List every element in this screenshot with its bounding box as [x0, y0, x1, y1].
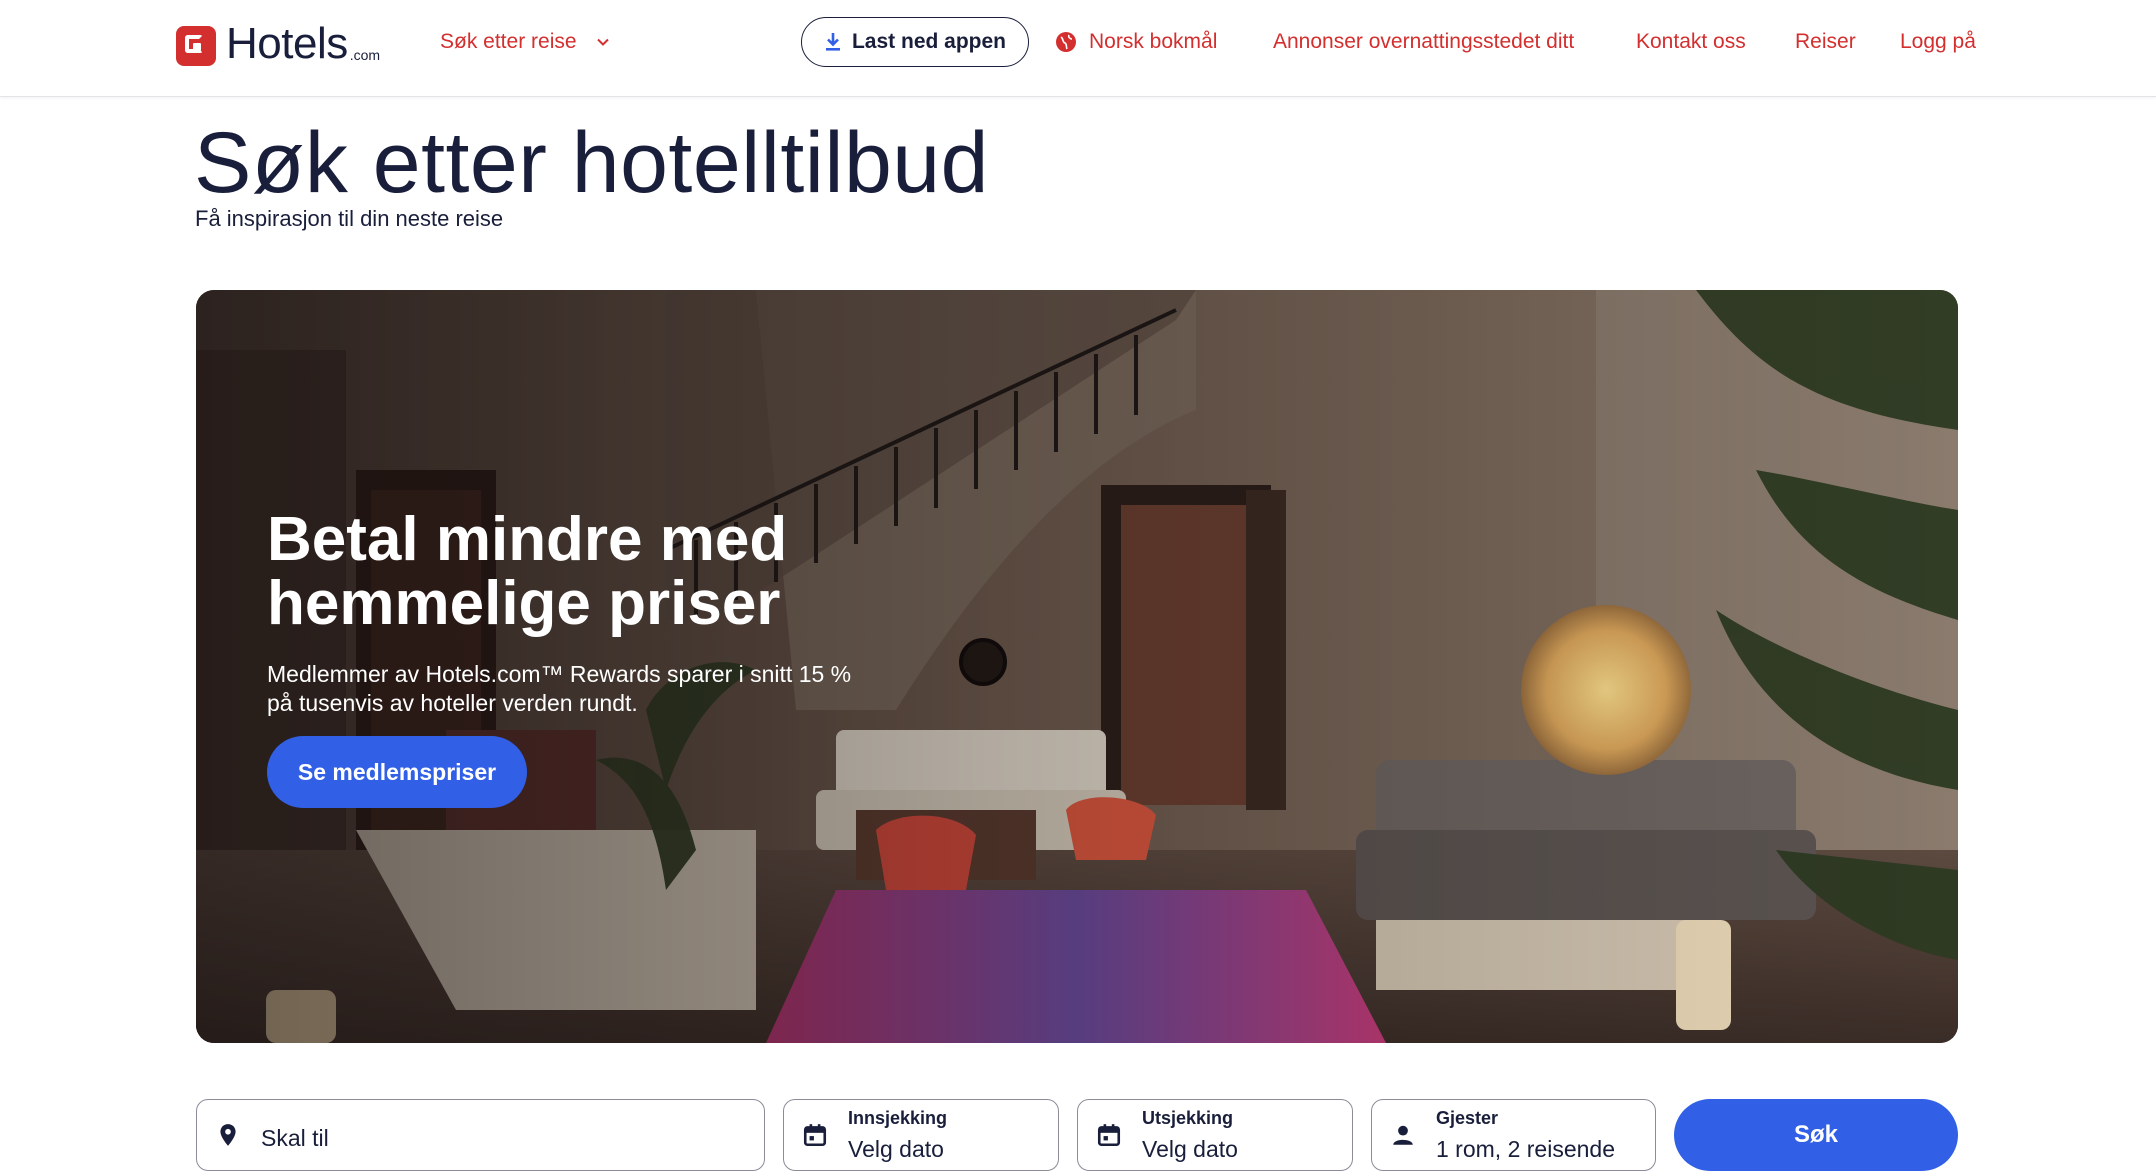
- trips-link[interactable]: Reiser: [1795, 30, 1856, 54]
- trip-search-menu[interactable]: Søk etter reise: [440, 30, 611, 54]
- logo-suffix: .com: [349, 47, 381, 63]
- checkout-label: Utsjekking: [1142, 1108, 1234, 1128]
- member-prices-button[interactable]: Se medlemspriser: [267, 736, 527, 808]
- logo-text: Hotels: [226, 19, 348, 68]
- login-link[interactable]: Logg på: [1900, 30, 1976, 54]
- checkin-field[interactable]: Innsjekking Velg dato: [783, 1099, 1059, 1171]
- hero-banner: Betal mindre med hemmelige priser Medlem…: [196, 290, 1958, 1043]
- contact-link[interactable]: Kontakt oss: [1636, 30, 1746, 54]
- download-app-button[interactable]: Last ned appen: [801, 17, 1029, 67]
- globe-icon: [1056, 32, 1076, 52]
- chevron-down-icon: [596, 38, 609, 46]
- download-icon: [825, 33, 840, 51]
- language-selector[interactable]: Norsk bokmål: [1055, 30, 1217, 54]
- list-property-link[interactable]: Annonser overnattingsstedet ditt: [1273, 30, 1574, 54]
- person-icon: [1393, 1125, 1413, 1145]
- calendar-icon: [803, 1124, 827, 1147]
- guests-label: Gjester: [1436, 1108, 1499, 1128]
- download-app-label: Last ned appen: [851, 30, 1007, 53]
- hero-description: Medlemmer av Hotels.com™ Rewards sparer …: [267, 661, 852, 716]
- search-button[interactable]: Søk: [1674, 1099, 1958, 1171]
- destination-field[interactable]: Skal til: [196, 1099, 765, 1171]
- guests-value: 1 rom, 2 reisende: [1436, 1136, 1615, 1162]
- language-label: Norsk bokmål: [1089, 30, 1218, 53]
- location-pin-icon: [220, 1124, 236, 1146]
- checkin-value: Velg dato: [848, 1136, 944, 1162]
- checkout-field[interactable]: Utsjekking Velg dato: [1077, 1099, 1353, 1171]
- hotels-logo[interactable]: Hotels .com: [176, 22, 380, 66]
- guests-field[interactable]: Gjester 1 rom, 2 reisende: [1371, 1099, 1656, 1171]
- site-header: Hotels .com Søk etter reise Last ned app…: [0, 0, 2156, 97]
- trip-search-label: Søk etter reise: [440, 30, 577, 53]
- calendar-icon: [1097, 1124, 1121, 1147]
- hero-title: Betal mindre med hemmelige priser: [267, 505, 788, 638]
- destination-placeholder: Skal til: [261, 1125, 329, 1151]
- hotels-logo-icon: [176, 26, 216, 66]
- checkout-value: Velg dato: [1142, 1136, 1238, 1162]
- checkin-label: Innsjekking: [848, 1108, 948, 1128]
- page-title: Søk etter hotelltilbud: [194, 115, 989, 211]
- page-subtitle: Få inspirasjon til din neste reise: [195, 206, 504, 231]
